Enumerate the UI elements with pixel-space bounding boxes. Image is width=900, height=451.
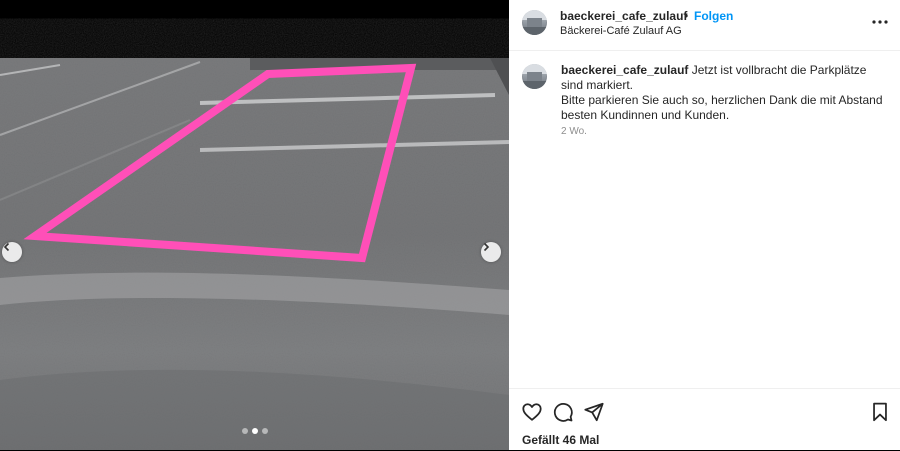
post-caption: baeckerei_cafe_zulauf Jetzt ist vollbrac… — [561, 63, 891, 123]
more-horizontal-icon[interactable] — [871, 15, 889, 29]
post-timestamp[interactable]: 2 Wo. — [561, 126, 587, 137]
like-count[interactable]: Gefällt 46 Mal — [522, 433, 599, 447]
carousel-dot-active — [251, 428, 258, 434]
heart-icon[interactable] — [521, 401, 543, 423]
post-header: baeckerei_cafe_zulauf • Folgen Bäckerei-… — [509, 0, 900, 51]
parking-lot-photo — [0, 0, 509, 450]
carousel-indicator — [0, 428, 509, 434]
carousel-next-button[interactable] — [481, 242, 501, 262]
caption-username[interactable]: baeckerei_cafe_zulauf — [561, 63, 688, 77]
profile-photo — [522, 10, 547, 35]
post-media — [0, 0, 509, 450]
carousel-dot — [241, 428, 248, 434]
post-username[interactable]: baeckerei_cafe_zulauf — [560, 9, 687, 23]
follow-button[interactable]: Folgen — [694, 9, 733, 23]
post-location[interactable]: Bäckerei-Café Zulauf AG — [560, 25, 682, 37]
caption-avatar[interactable] — [522, 64, 547, 89]
bookmark-icon[interactable] — [869, 401, 891, 423]
carousel-dot — [261, 428, 268, 434]
caption-text-2: Bitte parkieren Sie auch so, herzlichen … — [561, 93, 883, 122]
profile-photo — [522, 64, 547, 89]
avatar[interactable] — [522, 10, 547, 35]
separator-dot: • — [684, 9, 689, 23]
carousel-prev-button[interactable] — [2, 242, 22, 262]
post-detail-panel: baeckerei_cafe_zulauf • Folgen Bäckerei-… — [509, 0, 900, 450]
post-actions: Gefällt 46 Mal — [509, 388, 900, 451]
chevron-right-icon — [483, 242, 490, 252]
send-icon[interactable] — [583, 401, 605, 423]
chevron-left-icon — [3, 242, 10, 252]
comment-icon[interactable] — [552, 401, 574, 423]
